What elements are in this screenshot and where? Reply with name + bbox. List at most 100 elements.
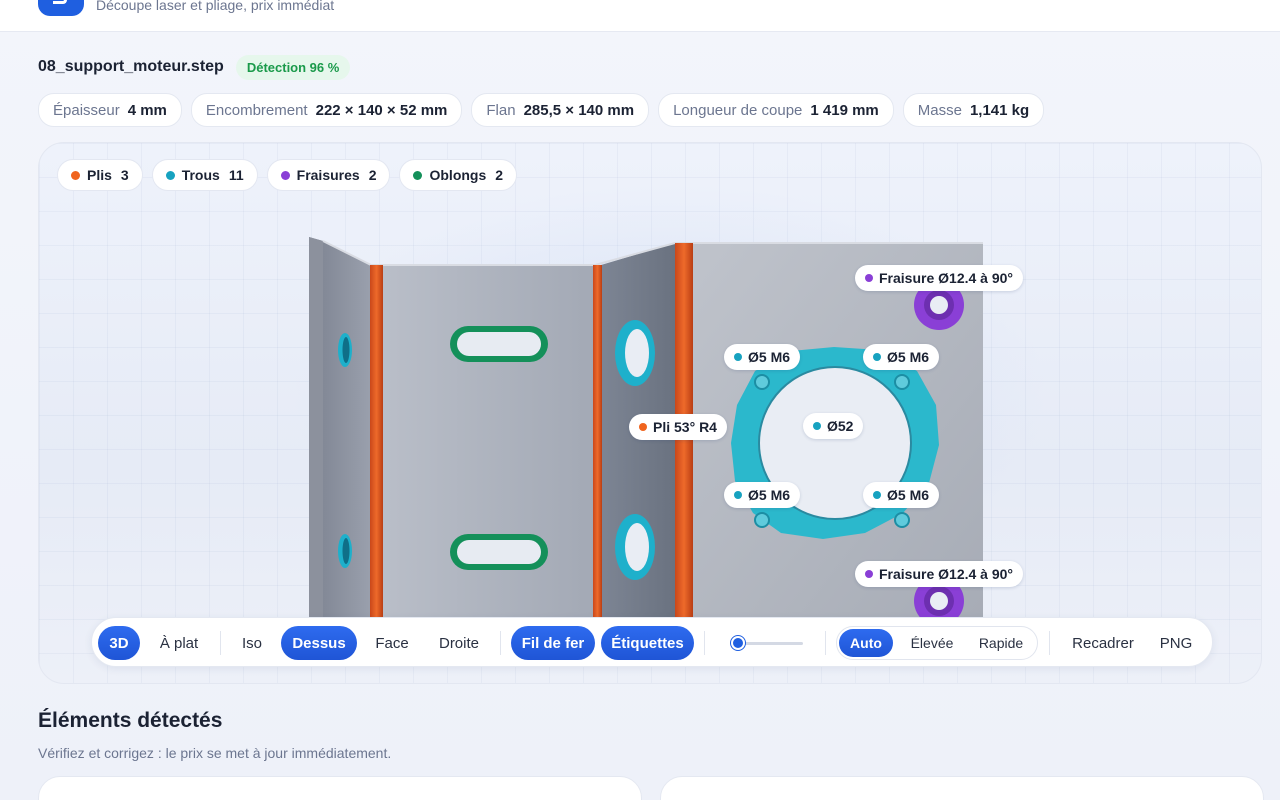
- tag-label: Ø5 M6: [887, 349, 930, 365]
- mount-hole-bl: [754, 512, 770, 528]
- app-logo[interactable]: [38, 0, 84, 16]
- slot-top-inner: [457, 332, 541, 356]
- tag-hole-bottom-left[interactable]: Ø5 M6: [724, 482, 801, 508]
- detection-badge: Détection 96 %: [235, 54, 351, 80]
- wireframe-toggle[interactable]: Fil de fer: [511, 626, 595, 660]
- hole-dot-icon: [734, 491, 742, 499]
- view-top-button[interactable]: Dessus: [281, 626, 357, 660]
- tag-label: Fraisure Ø12.4 à 90°: [879, 270, 1014, 286]
- metric-thickness: Épaisseur 4 mm: [38, 93, 182, 127]
- tag-label: Pli 53° R4: [653, 419, 717, 435]
- 3d-viewer[interactable]: Plis 3 Trous 11 Fraisures 2 Oblongs 2 Fr…: [38, 142, 1262, 684]
- hole-dot-icon: [734, 353, 742, 361]
- legend-count: 3: [120, 167, 129, 183]
- quality-auto-button[interactable]: Auto: [839, 629, 893, 657]
- legend-label: Trous: [181, 167, 220, 183]
- mount-hole-br: [894, 512, 910, 528]
- detected-elements-subtitle: Vérifiez et corrigez : le prix se met à …: [38, 745, 392, 761]
- countersink-bottom-hole: [930, 592, 948, 610]
- metric-value: 4 mm: [127, 101, 167, 119]
- quality-fast-button[interactable]: Rapide: [969, 629, 1033, 657]
- logo-glyph-icon: [53, 0, 67, 4]
- metric-value: 222 × 140 × 52 mm: [315, 101, 448, 119]
- tag-hole-top-right[interactable]: Ø5 M6: [863, 344, 940, 370]
- legend-count: 2: [495, 167, 504, 183]
- hole-dot-icon: [813, 422, 821, 430]
- mid-hole-top-inner: [625, 329, 649, 377]
- metric-label: Épaisseur: [53, 101, 120, 119]
- app-header: Découpe laser et pliage, prix immédiat: [0, 0, 1280, 32]
- metrics-bar: Épaisseur 4 mm Encombrement 222 × 140 × …: [38, 93, 1045, 127]
- view-right-button[interactable]: Droite: [428, 626, 490, 660]
- tag-label: Ø5 M6: [748, 487, 791, 503]
- mode-flat-button[interactable]: À plat: [148, 626, 210, 660]
- metric-value: 1,141 kg: [969, 101, 1030, 119]
- quality-selector: Auto Élevée Rapide: [836, 626, 1038, 660]
- metric-cut-length: Longueur de coupe 1 419 mm: [658, 93, 894, 127]
- legend-count: 2: [368, 167, 377, 183]
- file-name: 08_support_moteur.step: [38, 58, 224, 75]
- bend-1: [370, 265, 383, 617]
- tag-bore[interactable]: Ø52: [803, 413, 864, 439]
- legend-slots[interactable]: Oblongs 2: [399, 159, 518, 191]
- mode-3d-button[interactable]: 3D: [98, 626, 140, 660]
- countersink-top-hole: [930, 296, 948, 314]
- legend-countersinks[interactable]: Fraisures 2: [266, 159, 391, 191]
- legend-label: Plis: [87, 167, 112, 183]
- legend-bends[interactable]: Plis 3: [57, 159, 143, 191]
- hole-dot-icon: [873, 491, 881, 499]
- file-info: 08_support_moteur.step Détection 96 %: [38, 54, 351, 80]
- detected-elements-title: Éléments détectés: [38, 709, 223, 732]
- hole-dot-icon: [873, 353, 881, 361]
- quality-high-button[interactable]: Élevée: [899, 629, 965, 657]
- tag-countersink-bottom[interactable]: Fraisure Ø12.4 à 90°: [855, 561, 1024, 587]
- countersink-dot-icon: [865, 274, 873, 282]
- slot-dot-icon: [413, 170, 423, 180]
- mount-hole-tl: [754, 374, 770, 390]
- metric-value: 285,5 × 140 mm: [523, 101, 635, 119]
- bend-dot-icon: [639, 423, 647, 431]
- legend-label: Oblongs: [429, 167, 487, 183]
- tag-hole-bottom-right[interactable]: Ø5 M6: [863, 482, 940, 508]
- toolbar-divider: [500, 631, 501, 655]
- view-front-button[interactable]: Face: [364, 626, 420, 660]
- viewer-toolbar: 3D À plat Iso Dessus Face Droite Fil de …: [91, 617, 1213, 667]
- flange-hole-bottom-inner: [342, 538, 350, 564]
- explode-slider-track[interactable]: [735, 642, 803, 645]
- metric-bounding-box: Encombrement 222 × 140 × 52 mm: [190, 93, 463, 127]
- mount-hole-tr: [894, 374, 910, 390]
- countersink-dot-icon: [865, 570, 873, 578]
- toolbar-divider: [220, 631, 221, 655]
- detected-card-left: [38, 776, 642, 800]
- flange-hole-top-inner: [342, 337, 350, 363]
- metric-mass: Masse 1,141 kg: [902, 93, 1045, 127]
- mid-hole-bottom-inner: [625, 523, 649, 571]
- detected-card-right: [660, 776, 1264, 800]
- tag-label: Ø52: [827, 418, 854, 434]
- metric-blank: Flan 285,5 × 140 mm: [471, 93, 650, 127]
- explode-slider-handle[interactable]: [731, 636, 746, 650]
- tag-countersink-top[interactable]: Fraisure Ø12.4 à 90°: [855, 265, 1024, 291]
- bend-dot-icon: [71, 170, 80, 180]
- countersink-dot-icon: [280, 170, 290, 180]
- slot-bottom-inner: [457, 540, 541, 564]
- reframe-button[interactable]: Recadrer: [1060, 626, 1146, 660]
- export-png-button[interactable]: PNG: [1152, 626, 1200, 660]
- app-tagline: Découpe laser et pliage, prix immédiat: [96, 0, 335, 13]
- toolbar-divider: [1049, 631, 1050, 655]
- tag-hole-top-left[interactable]: Ø5 M6: [724, 344, 801, 370]
- toolbar-divider: [704, 631, 705, 655]
- legend-label: Fraisures: [296, 167, 360, 183]
- metric-label: Longueur de coupe: [673, 101, 803, 119]
- metric-label: Flan: [486, 101, 516, 119]
- legend-count: 11: [228, 167, 244, 183]
- metric-label: Masse: [917, 101, 962, 119]
- tag-bend[interactable]: Pli 53° R4: [629, 414, 727, 440]
- tag-label: Fraisure Ø12.4 à 90°: [879, 566, 1014, 582]
- legend-holes[interactable]: Trous 11: [151, 159, 258, 191]
- hole-dot-icon: [165, 170, 175, 180]
- labels-toggle[interactable]: Étiquettes: [601, 626, 694, 660]
- tag-label: Ø5 M6: [887, 487, 930, 503]
- tag-label: Ø5 M6: [748, 349, 791, 365]
- view-iso-button[interactable]: Iso: [232, 626, 272, 660]
